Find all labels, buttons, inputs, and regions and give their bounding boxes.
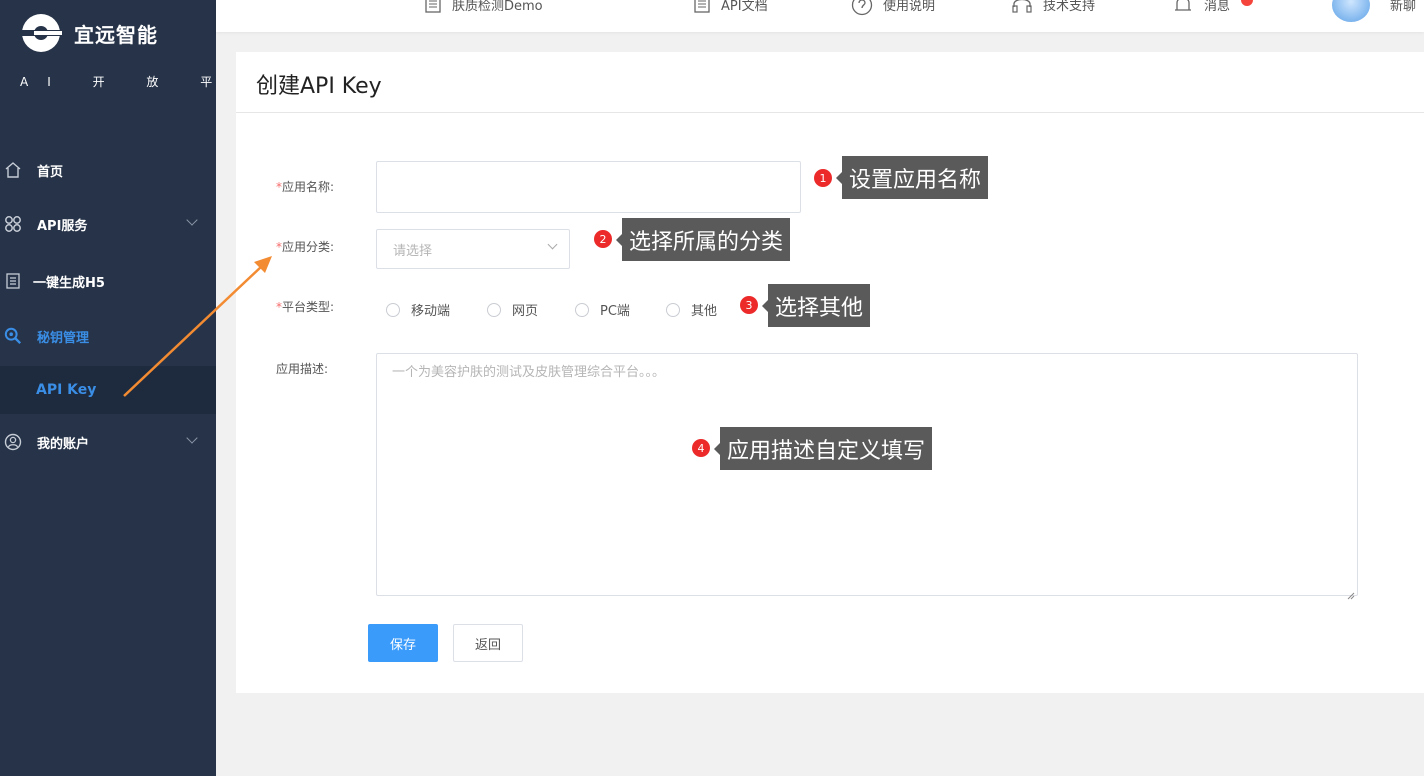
title-divider	[236, 112, 1424, 113]
app-name-input[interactable]	[376, 161, 801, 213]
annotation-number: 3	[740, 296, 758, 314]
chevron-down-icon	[547, 239, 558, 250]
sidebar: 宜远智能 AI 开 放 平 台 首页 API服务 一键生成H5 秘钥管理 API…	[0, 0, 266, 776]
headset-icon	[1011, 0, 1033, 14]
top-link-label: 肤质检测Demo	[452, 0, 543, 14]
top-link-support[interactable]: 技术支持	[1011, 0, 1095, 14]
annotation-callout: 设置应用名称	[835, 156, 989, 199]
sidebar-item-label: 我的账户	[37, 436, 90, 452]
chevron-down-icon	[186, 432, 198, 444]
save-button[interactable]: 保存	[368, 624, 438, 662]
sidebar-item-keys[interactable]: 秘钥管理	[0, 310, 216, 362]
sidebar-item-api-services[interactable]: API服务	[0, 198, 216, 250]
category-label: *应用分类:	[276, 240, 335, 254]
sidebar-item-label: 首页	[37, 164, 64, 180]
annotation-callout: 选择其他	[761, 284, 871, 327]
top-link-label: 消息	[1204, 0, 1231, 14]
top-link-label: API文档	[721, 0, 768, 14]
category-select[interactable]: 请选择	[376, 229, 570, 269]
radio-circle	[487, 302, 501, 317]
radio-circle	[666, 302, 680, 317]
annotation-number: 1	[814, 169, 832, 187]
description-placeholder: 一个为美容护肤的测试及皮肤管理综合平台。。。	[392, 365, 666, 380]
app-name-label: *应用名称:	[276, 180, 335, 194]
logo-mark-icon	[20, 13, 62, 53]
radio-pc[interactable]: PC端	[575, 300, 630, 319]
chevron-down-icon	[186, 214, 198, 226]
description-label: 应用描述:	[276, 362, 329, 376]
brand-name: 宜远智能	[74, 22, 158, 47]
sidebar-item-h5[interactable]: 一键生成H5	[0, 255, 216, 307]
sidebar-item-account[interactable]: 我的账户	[0, 416, 216, 468]
document-icon	[424, 0, 442, 14]
radio-circle	[575, 302, 589, 317]
category-placeholder: 请选择	[393, 244, 433, 259]
platform-label: *平台类型:	[276, 300, 335, 314]
radio-web[interactable]: 网页	[487, 300, 538, 319]
bell-icon	[1172, 0, 1194, 14]
grid-icon	[4, 215, 22, 233]
description-textarea[interactable]: 一个为美容护肤的测试及皮肤管理综合平台。。。	[376, 353, 1358, 600]
top-link-messages[interactable]: 消息	[1172, 0, 1230, 14]
annotation-number: 2	[594, 230, 612, 248]
document-icon	[693, 0, 711, 14]
user-icon	[4, 433, 22, 451]
sidebar-item-label: 一键生成H5	[33, 275, 105, 291]
document-icon	[4, 272, 22, 290]
radio-mobile[interactable]: 移动端	[386, 300, 450, 319]
top-link-api-docs[interactable]: API文档	[693, 0, 768, 14]
back-button[interactable]: 返回	[453, 624, 523, 662]
avatar[interactable]	[1332, 0, 1370, 22]
user-name-label: 新聊	[1390, 0, 1417, 14]
top-bar: 肤质检测Demo API文档 使用说明 技术支持 消息 新聊	[216, 0, 1424, 32]
user-name[interactable]: 新聊	[1390, 0, 1416, 14]
page-title: 创建API Key	[256, 74, 382, 99]
top-link-label: 使用说明	[883, 0, 936, 14]
radio-other[interactable]: 其他	[666, 300, 717, 319]
logo: 宜远智能	[20, 13, 158, 53]
top-link-demo[interactable]: 肤质检测Demo	[424, 0, 543, 14]
sidebar-subitem-api-key[interactable]: API Key	[0, 366, 216, 414]
annotation-callout: 应用描述自定义填写	[713, 427, 933, 470]
annotation-callout: 选择所属的分类	[615, 218, 791, 261]
top-link-instructions[interactable]: 使用说明	[851, 0, 936, 16]
resize-handle-icon[interactable]	[1347, 585, 1355, 600]
notification-badge	[1241, 0, 1253, 6]
sidebar-item-home[interactable]: 首页	[0, 144, 216, 196]
content-card: 创建API Key *应用名称: *应用分类: 请选择 *平台类型: 移动端 网…	[236, 52, 1424, 693]
sidebar-subitem-label: API Key	[36, 382, 97, 398]
key-search-icon	[4, 327, 22, 345]
annotation-number: 4	[692, 439, 710, 457]
top-link-label: 技术支持	[1043, 0, 1096, 14]
radio-circle	[386, 302, 400, 317]
sidebar-item-label: 秘钥管理	[37, 330, 90, 346]
sidebar-item-label: API服务	[37, 218, 88, 234]
home-icon	[4, 161, 22, 179]
help-icon	[851, 0, 873, 16]
